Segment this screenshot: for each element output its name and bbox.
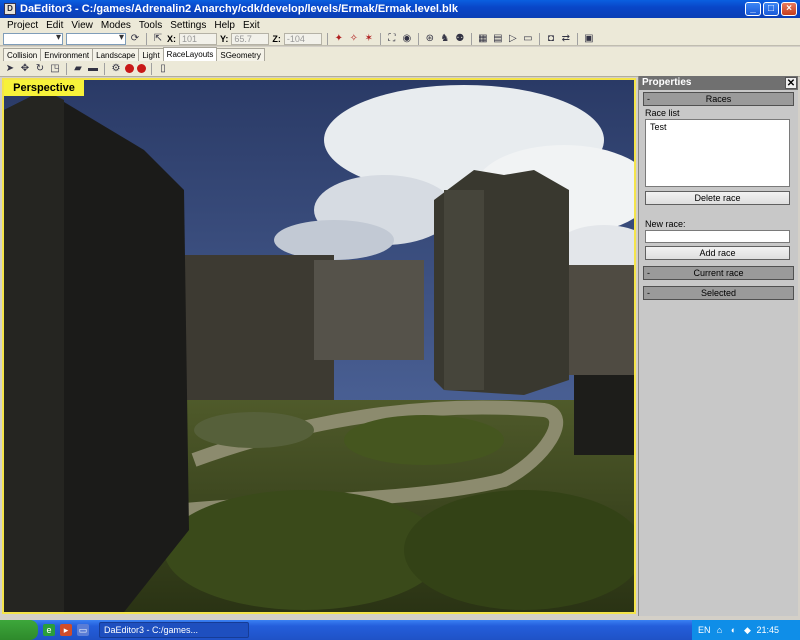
clock: 21:45 [756,625,780,635]
camera-icon[interactable]: ◘ [545,33,557,45]
save-layout-icon[interactable]: ▬ [87,63,99,75]
gizmo-scale-icon[interactable]: ✶ [363,33,375,45]
menu-view[interactable]: View [67,20,97,31]
walk-icon[interactable]: ♞ [439,33,451,45]
new-race-label: New race: [645,219,686,229]
volume-icon[interactable]: ◐ [729,625,739,635]
eye-icon[interactable]: ◉ [401,33,413,45]
delete-race-button[interactable]: Delete race [645,191,790,205]
frame-icon[interactable]: ▭ [522,33,534,45]
layout-grid-icon[interactable]: ▤ [492,33,504,45]
system-tray: EN ⌂ ◐ ◆ 21:45 [692,620,800,640]
z-coord-input[interactable]: -104 [283,32,322,45]
tab-racelayouts[interactable]: RaceLayouts [162,47,218,61]
section-current-race-label: Current race [693,268,744,278]
refresh-icon[interactable]: ⟳ [129,33,141,45]
new-race-input[interactable] [645,230,790,243]
y-label: Y: [220,33,229,44]
quicklaunch-media-icon[interactable]: ▸ [60,624,72,636]
network-icon[interactable]: ⌂ [715,625,725,635]
properties-panel: Properties ✕ - Races Race list Test Dele… [638,76,798,616]
tab-sgeometry[interactable]: SGeometry [216,48,265,61]
select-arrow-icon[interactable]: ➤ [4,63,16,75]
record-point-icon[interactable] [137,64,146,73]
title-bar: D DaEditor3 - C:/games/Adrenalin2 Anarch… [0,0,800,18]
tab-collision[interactable]: Collision [3,48,42,61]
window-title: DaEditor3 - C:/games/Adrenalin2 Anarchy/… [20,3,458,15]
race-list[interactable]: Test [645,119,790,187]
x-label: X: [167,33,176,44]
tab-light[interactable]: Light [138,48,164,61]
z-label: Z: [272,33,281,44]
properties-header: Properties ✕ [639,76,798,90]
menu-exit[interactable]: Exit [239,20,264,31]
menu-tools[interactable]: Tools [135,20,166,31]
race-list-label: Race list [645,108,680,118]
section-current-race[interactable]: - Current race [643,266,794,280]
gizmo-rotate-icon[interactable]: ✧ [348,33,360,45]
move-icon[interactable]: ✥ [19,63,31,75]
menu-modes[interactable]: Modes [97,20,135,31]
rotate-icon[interactable]: ↻ [34,63,46,75]
security-icon[interactable]: ◆ [743,625,753,635]
document-icon[interactable]: ▯ [157,63,169,75]
x-coord-input[interactable]: 101 [179,32,217,45]
minimize-button[interactable]: _ [745,2,761,16]
scale-icon[interactable]: ◳ [49,63,61,75]
close-icon[interactable]: ✕ [785,77,797,89]
menu-edit[interactable]: Edit [42,20,67,31]
tab-environment[interactable]: Environment [40,48,94,61]
menu-help[interactable]: Help [210,20,239,31]
taskbar: e ▸ ▭ DaEditor3 - C:/games... EN ⌂ ◐ ◆ 2… [0,620,800,640]
language-indicator[interactable]: EN [698,625,711,635]
menu-settings[interactable]: Settings [166,20,210,31]
quicklaunch-browser-icon[interactable]: e [43,624,55,636]
export-icon[interactable]: ⇄ [560,33,572,45]
task-daeditor-button[interactable]: DaEditor3 - C:/games... [99,622,249,638]
menu-project[interactable]: Project [3,20,42,31]
section-selected[interactable]: - Selected [643,286,794,300]
menu-bar: Project Edit View Modes Tools Settings H… [0,18,800,32]
maximize-button[interactable]: □ [763,2,779,16]
perspective-viewport[interactable]: Perspective [2,78,636,614]
scene-render [4,80,634,612]
collapse-icon: - [647,288,650,298]
window-icon[interactable]: ▣ [583,33,595,45]
gizmo-icon[interactable]: ✦ [333,33,345,45]
navigation-icon[interactable]: ⚉ [454,33,466,45]
properties-title: Properties [642,77,692,88]
mode-combo[interactable] [3,32,63,45]
list-item[interactable]: Test [650,122,785,133]
open-folder-icon[interactable]: ▰ [72,63,84,75]
record-icon[interactable] [125,64,134,73]
select-frame-icon[interactable]: ⛶ [386,33,398,45]
snap-icon[interactable]: ⇱ [152,33,164,45]
y-coord-input[interactable]: 65.7 [231,32,270,45]
camera-mode-icon[interactable]: ⊛ [424,33,436,45]
main-toolbar: ⟳ ⇱ X: 101 Y: 65.7 Z: -104 ✦ ✧ ✶ ⛶ ◉ ⊛ ♞… [0,32,800,46]
collapse-icon: - [647,94,650,104]
viewport-label[interactable]: Perspective [4,80,84,96]
collapse-icon: - [647,268,650,278]
start-button[interactable] [0,620,38,640]
tab-landscape[interactable]: Landscape [92,48,140,61]
section-selected-label: Selected [700,288,737,298]
tools-toolbar: ➤ ✥ ↻ ◳ ▰ ▬ ⚙ ▯ [0,61,800,77]
grid-icon[interactable]: ▦ [477,33,489,45]
section-races-label: Races [705,94,732,104]
section-races[interactable]: - Races [643,92,794,106]
da-editor-icon: D [4,3,16,15]
play-icon[interactable]: ▷ [507,33,519,45]
close-window-button[interactable]: × [781,2,797,16]
plugin-tabs: Collision Environment Landscape Light Ra… [0,47,800,61]
add-race-button[interactable]: Add race [645,246,790,260]
quicklaunch-desktop-icon[interactable]: ▭ [77,624,89,636]
gear-icon[interactable]: ⚙ [110,63,122,75]
object-combo[interactable] [66,32,126,45]
